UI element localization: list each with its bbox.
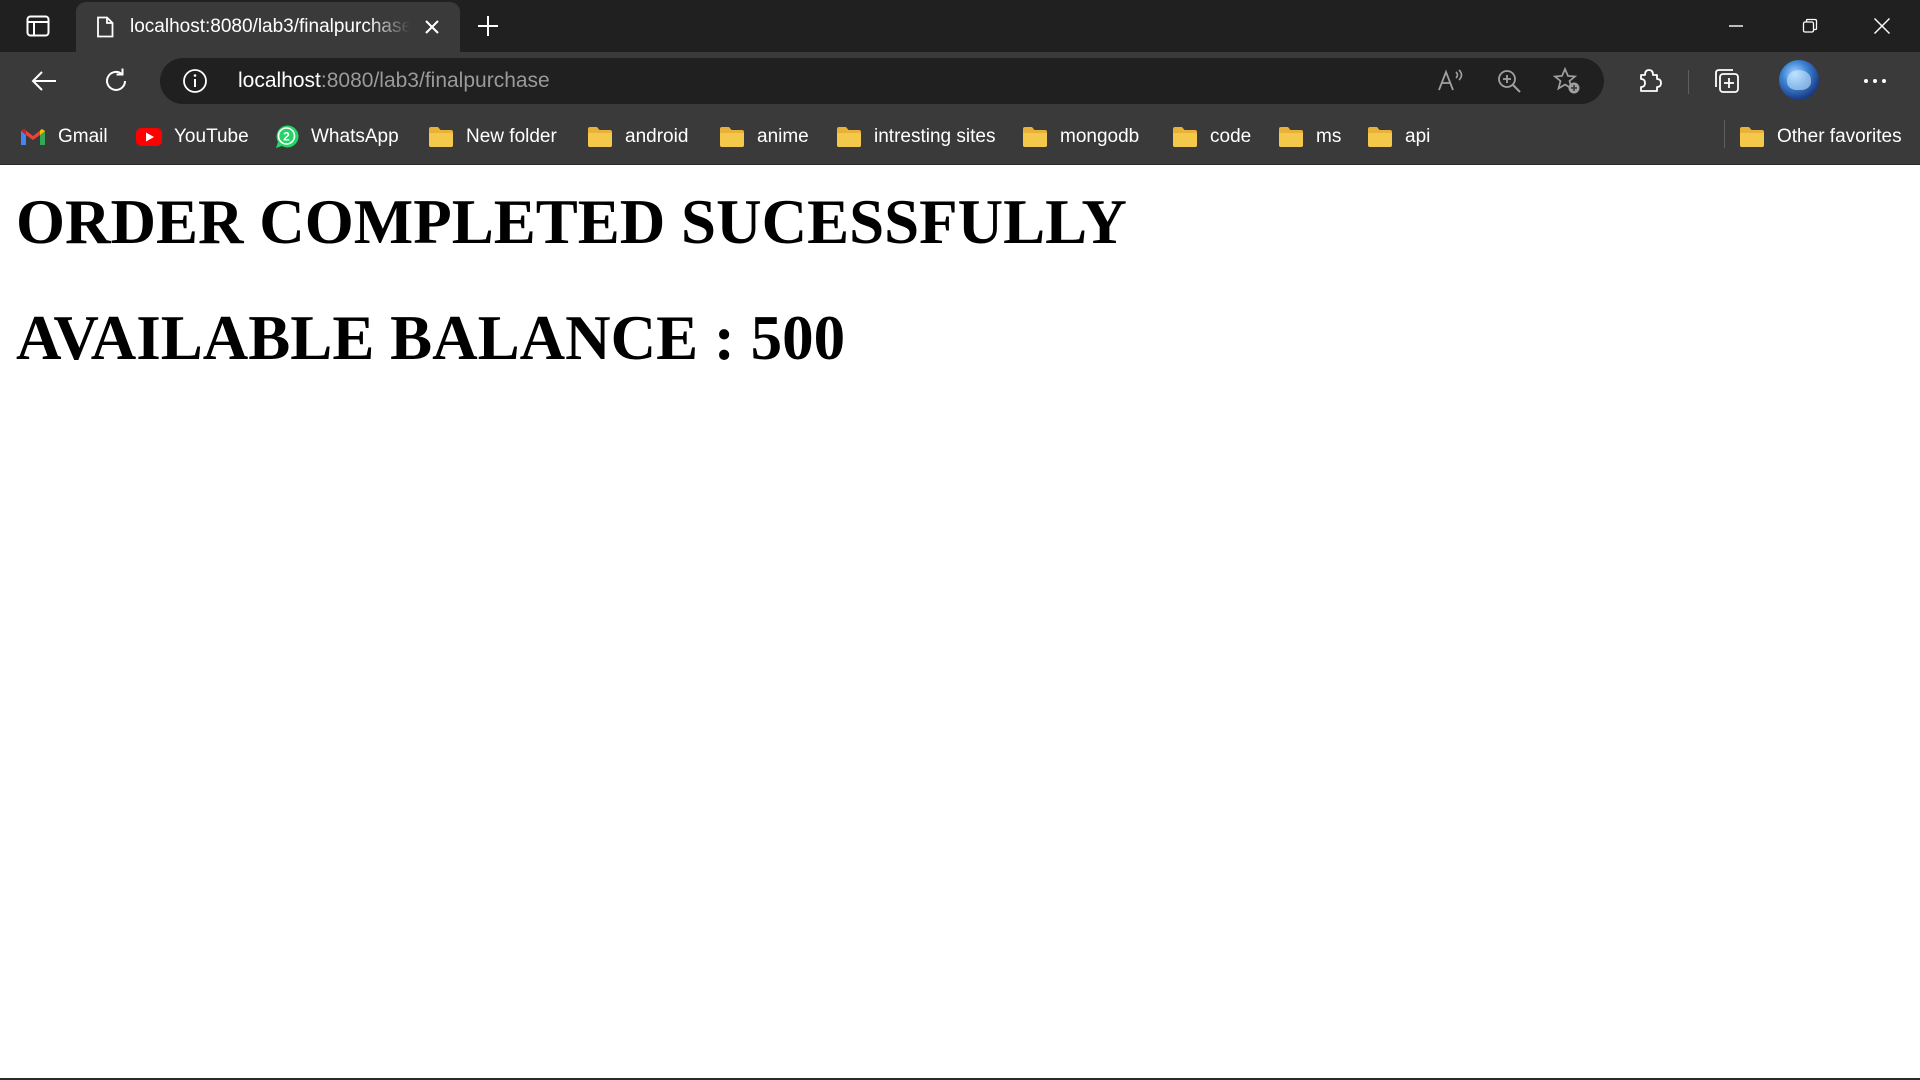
bookmark-label: Gmail: [58, 126, 108, 147]
folder-icon: [836, 124, 862, 150]
bookmark-whatsapp[interactable]: 2 WhatsApp: [273, 120, 399, 154]
new-tab-button[interactable]: [468, 8, 508, 44]
bookmark-folder-ms[interactable]: ms: [1278, 120, 1341, 154]
bookmark-folder-new-folder[interactable]: New folder: [428, 120, 557, 154]
minimize-button[interactable]: [1700, 0, 1772, 52]
page-icon: [94, 14, 116, 40]
youtube-icon: [136, 124, 162, 150]
bookmark-folder-code[interactable]: code: [1172, 120, 1251, 154]
bookmark-folder-intresting-sites[interactable]: intresting sites: [836, 120, 995, 154]
active-tab[interactable]: localhost:8080/lab3/finalpurchase: [76, 2, 460, 52]
avatar: [1779, 60, 1819, 100]
tab-actions-button[interactable]: [12, 8, 64, 44]
close-tab-icon[interactable]: [418, 13, 446, 41]
tab-title: localhost:8080/lab3/finalpurchase: [130, 16, 410, 37]
order-status-heading: ORDER COMPLETED SUCESSFULLY: [16, 187, 1127, 257]
add-favorite-icon[interactable]: [1552, 67, 1582, 95]
bookmark-label: Other favorites: [1777, 126, 1902, 147]
folder-icon: [428, 124, 454, 150]
close-window-button[interactable]: [1846, 0, 1918, 52]
bookmark-label: ms: [1316, 126, 1342, 147]
folder-icon: [1278, 124, 1304, 150]
extensions-button[interactable]: [1628, 61, 1670, 101]
bookmark-folder-anime[interactable]: anime: [719, 120, 809, 154]
bookmark-gmail[interactable]: Gmail: [20, 120, 108, 154]
bookmark-youtube[interactable]: YouTube: [136, 120, 249, 154]
gmail-icon: [20, 124, 46, 150]
bookmark-label: WhatsApp: [311, 126, 399, 147]
browser-toolbar: localhost:8080/lab3/finalpurchase: [0, 52, 1920, 110]
minimize-icon: [1729, 25, 1743, 27]
balance-heading: AVAILABLE BALANCE : 500: [16, 303, 846, 373]
folder-icon: [719, 124, 745, 150]
restore-icon: [1802, 18, 1818, 33]
bookmark-folder-android[interactable]: android: [587, 120, 688, 154]
url-host: localhost: [238, 69, 321, 92]
bookmark-label: code: [1210, 126, 1252, 147]
more-icon: [1864, 79, 1886, 83]
bookmark-other-favorites[interactable]: Other favorites: [1739, 120, 1902, 154]
bookmark-label: New folder: [466, 126, 557, 147]
puzzle-icon: [1640, 69, 1662, 92]
page-content: ORDER COMPLETED SUCESSFULLY AVAILABLE BA…: [0, 165, 1920, 1078]
url-path: :8080/lab3/finalpurchase: [320, 69, 550, 92]
address-bar[interactable]: localhost:8080/lab3/finalpurchase: [160, 58, 1604, 104]
folder-icon: [1739, 124, 1765, 150]
back-button[interactable]: [22, 61, 66, 101]
profile-button[interactable]: [1778, 60, 1820, 100]
settings-more-button[interactable]: [1854, 61, 1896, 101]
folder-icon: [1172, 124, 1198, 150]
bookmark-folder-mongodb[interactable]: mongodb: [1022, 120, 1139, 154]
bookmarks-bar: Gmail YouTube 2 WhatsApp New folder andr…: [0, 110, 1920, 165]
tab-bar: localhost:8080/lab3/finalpurchase: [0, 0, 1920, 52]
collections-button[interactable]: [1706, 61, 1748, 101]
reload-button[interactable]: [94, 61, 138, 101]
url-text[interactable]: localhost:8080/lab3/finalpurchase: [238, 58, 550, 104]
reload-icon: [106, 68, 126, 91]
back-arrow-icon: [31, 71, 56, 91]
bookmark-label: YouTube: [174, 126, 249, 147]
bookmark-label: anime: [757, 126, 809, 147]
bookmark-label: intresting sites: [874, 126, 996, 147]
plus-icon: [478, 16, 498, 36]
folder-icon: [587, 124, 613, 150]
bookmark-label: mongodb: [1060, 126, 1140, 147]
restore-button[interactable]: [1774, 0, 1846, 52]
bookmark-folder-api[interactable]: api: [1367, 120, 1430, 154]
toolbar-separator: [1688, 70, 1689, 94]
folder-icon: [1367, 124, 1393, 150]
folder-icon: [1022, 124, 1048, 150]
bookmark-label: android: [625, 126, 689, 147]
bookmark-label: api: [1405, 126, 1431, 147]
close-icon: [1874, 18, 1890, 34]
info-icon[interactable]: [182, 68, 208, 94]
collections-icon: [1715, 69, 1739, 93]
whatsapp-badge: 2: [283, 130, 290, 144]
zoom-icon[interactable]: [1494, 67, 1524, 95]
whatsapp-icon: 2: [273, 124, 299, 150]
bookmarks-separator: [1724, 120, 1725, 148]
read-aloud-icon[interactable]: [1436, 67, 1466, 95]
tab-actions-icon: [26, 15, 50, 37]
